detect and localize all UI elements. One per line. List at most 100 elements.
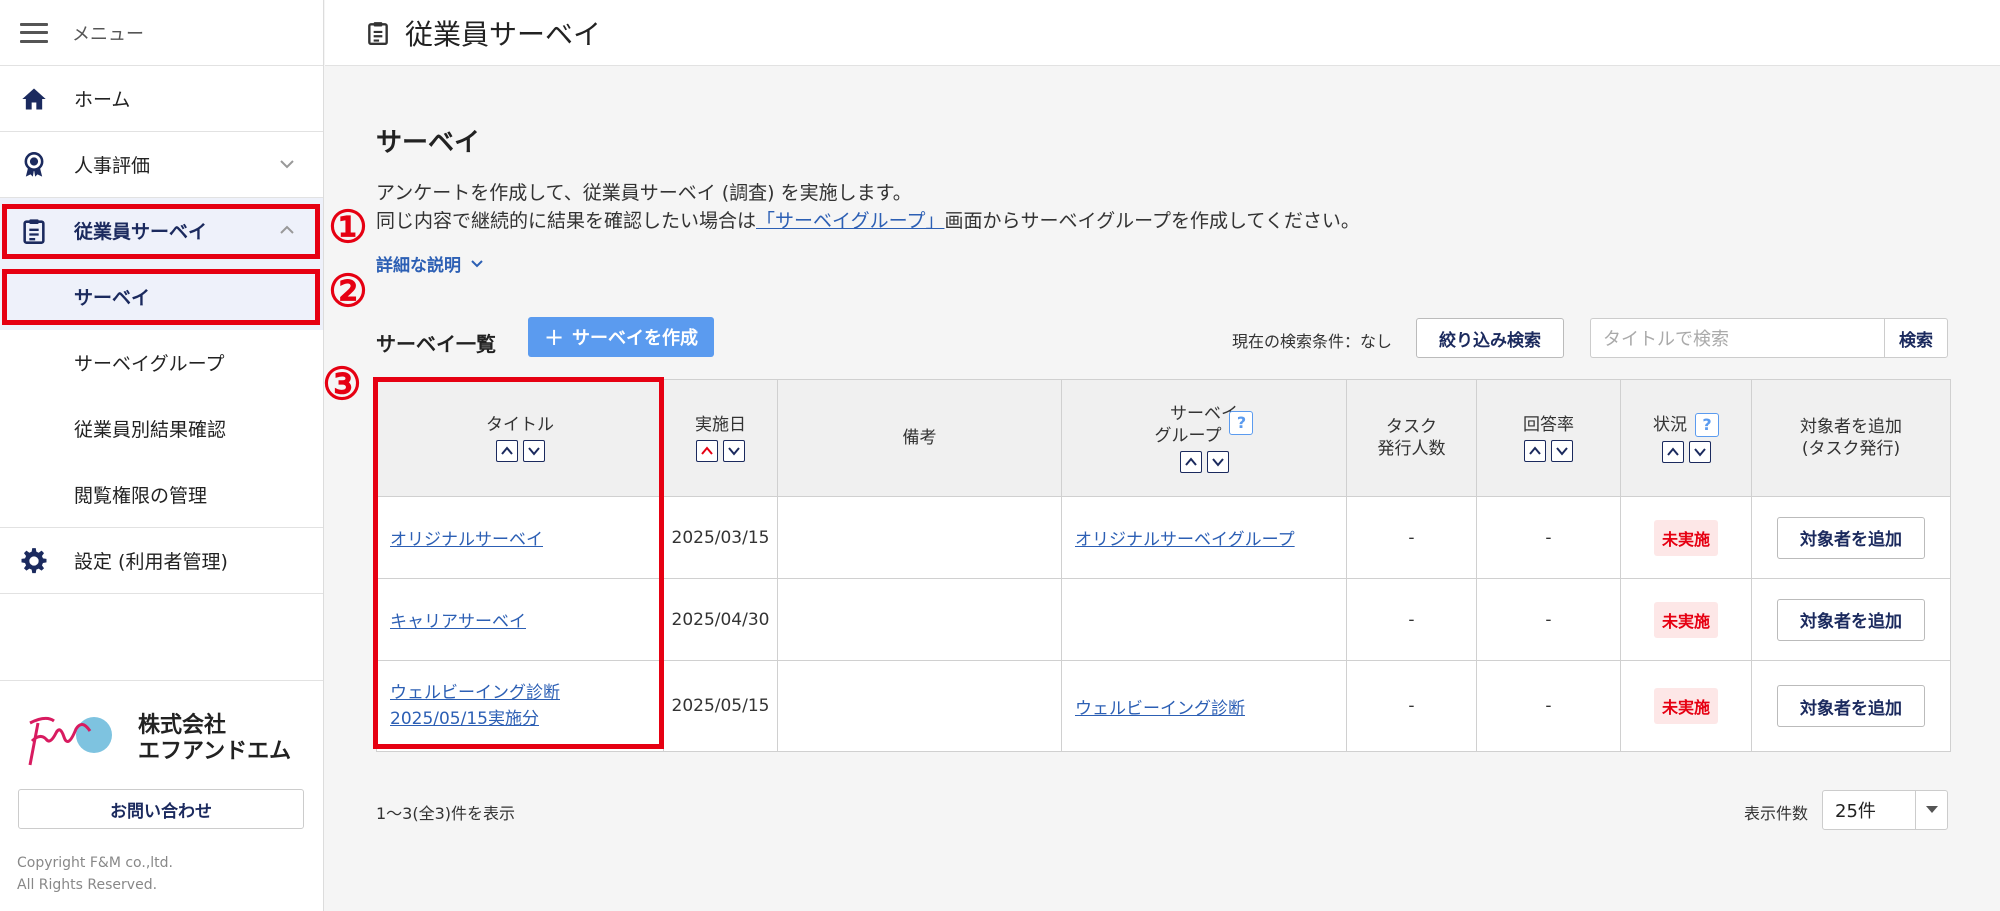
annotation-number-2: ② [328, 265, 368, 317]
help-icon[interactable]: ? [1229, 411, 1254, 435]
cell-action: 対象者を追加 [1751, 660, 1951, 752]
search-condition: 現在の検索条件：なし [1232, 332, 1393, 351]
add-targets-button[interactable]: 対象者を追加 [1777, 516, 1925, 559]
cell-response-rate: - [1476, 496, 1621, 579]
cell-group [1061, 578, 1347, 661]
menu-toggle[interactable]: メニュー [0, 0, 323, 66]
chevron-up-icon [1666, 447, 1679, 456]
survey-group-link[interactable]: 「サーベイグループ」 [756, 210, 944, 232]
hamburger-icon [20, 22, 48, 43]
column-header-task-count: タスク 発行人数 [1346, 379, 1477, 497]
sidebar-subitem-label: 閲覧権限の管理 [74, 485, 208, 507]
cell-task-count: - [1346, 578, 1477, 661]
sort-desc-button[interactable] [1206, 451, 1229, 473]
sidebar-item-label: 人事評価 [74, 155, 151, 177]
highlight-box-1 [2, 204, 320, 259]
status-badge: 未実施 [1653, 601, 1718, 638]
dropdown-arrow-icon [1915, 791, 1947, 829]
cell-date: 2025/03/15 [663, 496, 778, 579]
chevron-down-icon [280, 160, 294, 169]
column-header-label: タスク [1386, 417, 1437, 437]
cell-date: 2025/04/30 [663, 578, 778, 661]
column-header-label: 回答率 [1523, 415, 1574, 435]
add-targets-button[interactable]: 対象者を追加 [1777, 685, 1925, 727]
filter-search-button[interactable]: 絞り込み検索 [1416, 318, 1564, 358]
sort-asc-button[interactable] [1524, 440, 1546, 462]
cell-note [777, 496, 1062, 579]
logo-line2: エフアンドエム [138, 739, 292, 764]
add-targets-button[interactable]: 対象者を追加 [1777, 598, 1925, 641]
description-line1: アンケートを作成して、従業員サーベイ (調査) を実施します。 [376, 182, 912, 204]
sidebar-item-home[interactable]: ホーム [0, 66, 323, 132]
annotation-number-1: ① [328, 201, 368, 253]
column-header-note: 備考 [777, 379, 1062, 497]
fm-logo-icon [28, 716, 112, 766]
column-header-response-rate: 回答率 [1476, 379, 1621, 497]
cell-group: オリジナルサーベイグループ [1061, 496, 1347, 579]
sidebar-item-evaluation[interactable]: 人事評価 [0, 132, 323, 198]
column-header-label: 実施日 [695, 415, 746, 435]
copyright-line2: All Rights Reserved. [17, 877, 158, 893]
detail-link-label: 詳細な説明 [376, 256, 461, 276]
column-header-label: 状況 [1653, 415, 1687, 435]
cell-status: 未実施 [1620, 496, 1752, 579]
survey-group-link[interactable]: ウェルビーイング診断 [1075, 699, 1245, 719]
page-title: 従業員サーベイ [405, 17, 602, 51]
highlight-box-3 [373, 377, 664, 749]
sidebar-subitem-label: サーベイグループ [74, 353, 225, 375]
company-logo: 株式会社 エフアンドエム [24, 704, 294, 774]
sidebar: メニュー ホーム 人事評価 従業員サーベイ サーベイ サーベイグループ 従業員別… [0, 0, 324, 911]
cell-action: 対象者を追加 [1751, 578, 1951, 661]
sidebar-item-settings[interactable]: 設定 (利用者管理) [0, 528, 323, 594]
chevron-up-icon [1184, 457, 1197, 466]
copyright-line1: Copyright F&M co.,ltd. [17, 855, 173, 871]
cell-date: 2025/05/15 [663, 660, 778, 752]
column-header-label: 発行人数 [1377, 439, 1446, 459]
cell-action: 対象者を追加 [1751, 496, 1951, 579]
column-header-label: (タスク発行) [1801, 439, 1901, 459]
chevron-down-icon [1693, 448, 1706, 457]
cell-task-count: - [1346, 496, 1477, 579]
page-header: 従業員サーベイ [325, 0, 2000, 66]
cell-status: 未実施 [1620, 660, 1752, 752]
sort-asc-button[interactable] [696, 440, 718, 462]
plus-icon: + [543, 323, 565, 351]
sort-desc-button[interactable] [1551, 440, 1573, 462]
logo-line1: 株式会社 [138, 713, 227, 738]
chevron-down-icon [1556, 447, 1568, 456]
column-header-status: 状況? [1620, 379, 1752, 497]
help-icon[interactable]: ? [1695, 413, 1719, 437]
sort-asc-button[interactable] [1661, 441, 1684, 463]
column-header-group: サーベイ グループ? [1061, 379, 1347, 497]
detail-toggle[interactable]: 詳細な説明 [376, 251, 485, 276]
cell-response-rate: - [1476, 578, 1621, 661]
cell-group: ウェルビーイング診断 [1061, 660, 1347, 752]
column-header-label: グループ [1154, 426, 1222, 446]
cell-note [777, 578, 1062, 661]
sort-desc-button[interactable] [723, 440, 745, 462]
survey-group-link[interactable]: オリジナルサーベイグループ [1075, 530, 1295, 550]
sort-desc-button[interactable] [1688, 441, 1711, 463]
column-header-label: 対象者を追加 [1800, 417, 1902, 437]
sidebar-subitem-survey-group[interactable]: サーベイグループ [0, 330, 323, 396]
column-header-label: サーベイ [1170, 404, 1238, 424]
cell-status: 未実施 [1620, 578, 1752, 661]
highlight-box-2 [2, 269, 320, 325]
create-survey-button[interactable]: + サーベイを作成 [528, 317, 714, 357]
status-badge: 未実施 [1653, 519, 1718, 556]
result-count: 1〜3(全3)件を表示 [376, 804, 516, 823]
chevron-up-icon [1529, 446, 1541, 455]
sidebar-subitem-permissions[interactable]: 閲覧権限の管理 [0, 462, 323, 528]
cell-response-rate: - [1476, 660, 1621, 752]
per-page-label: 表示件数 [1744, 804, 1809, 823]
contact-button[interactable]: お問い合わせ [18, 789, 304, 829]
sidebar-subitem-employee-results[interactable]: 従業員別結果確認 [0, 396, 323, 462]
title-search-input[interactable]: タイトルで検索 [1590, 318, 1884, 358]
create-survey-label: サーベイを作成 [572, 328, 699, 349]
per-page-select[interactable]: 25件 [1822, 790, 1948, 830]
sidebar-item-label: ホーム [74, 89, 131, 111]
search-button[interactable]: 検索 [1884, 318, 1948, 358]
status-badge: 未実施 [1653, 688, 1718, 724]
sort-asc-button[interactable] [1179, 451, 1202, 473]
chevron-down-icon [1211, 458, 1224, 467]
